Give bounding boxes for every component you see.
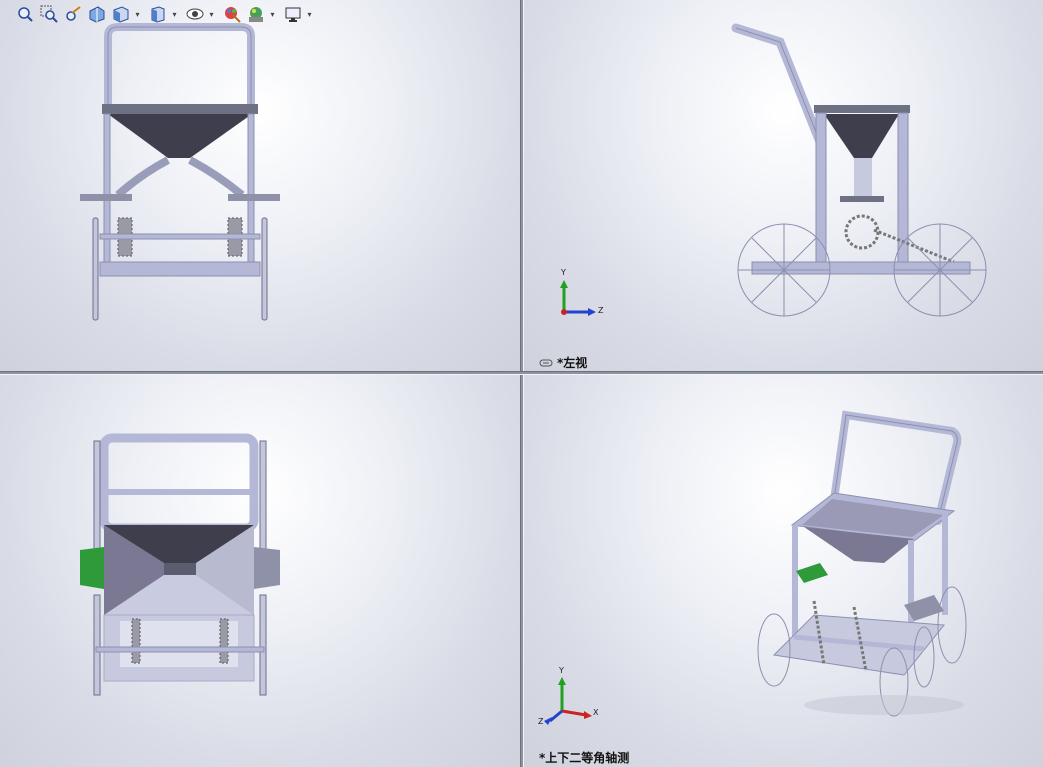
axis-x-label: X (593, 708, 599, 717)
apply-scene-dropdown[interactable]: ▾ (269, 3, 276, 25)
cart-model-iso (544, 410, 967, 725)
view-label: *上下二等角轴测 (539, 749, 629, 766)
view-name: *上下二等角轴测 (539, 751, 630, 765)
view-orientation-icon[interactable] (110, 3, 132, 25)
viewport-top[interactable] (0, 375, 520, 767)
cart-model-front (80, 23, 280, 321)
apply-scene-icon[interactable] (245, 3, 267, 25)
edit-appearance-icon[interactable] (221, 3, 243, 25)
axis-z-label: Z (538, 717, 544, 726)
viewport-trimetric[interactable]: Y X Z *上下二等角轴测 (524, 375, 1043, 767)
zoom-to-fit-icon[interactable] (14, 3, 36, 25)
display-style-icon[interactable] (147, 3, 169, 25)
axis-y-label: Y (561, 268, 566, 277)
previous-view-icon[interactable] (62, 3, 84, 25)
heads-up-view-toolbar: ▾ ▾ ▾ ▾ ▾ (14, 2, 317, 26)
hide-show-items-icon[interactable] (184, 3, 206, 25)
viewport-front[interactable] (0, 0, 520, 371)
view-label: *左视 (539, 354, 587, 371)
axis-triad (544, 677, 592, 725)
link-views-icon[interactable] (539, 358, 553, 368)
cart-model-top (80, 433, 280, 696)
view-orientation-dropdown[interactable]: ▾ (134, 3, 141, 25)
view-settings-icon[interactable] (282, 3, 304, 25)
axis-triad (560, 280, 596, 316)
zoom-to-area-icon[interactable] (38, 3, 60, 25)
cart-model-left (560, 23, 987, 317)
display-style-dropdown[interactable]: ▾ (171, 3, 178, 25)
viewport-left[interactable]: Y Z *左视 (524, 0, 1043, 371)
axis-z-label: Z (598, 306, 604, 315)
view-settings-dropdown[interactable]: ▾ (306, 3, 313, 25)
axis-y-label: Y (559, 666, 564, 675)
section-view-icon[interactable] (86, 3, 108, 25)
hide-show-items-dropdown[interactable]: ▾ (208, 3, 215, 25)
view-name: *左视 (557, 356, 588, 370)
